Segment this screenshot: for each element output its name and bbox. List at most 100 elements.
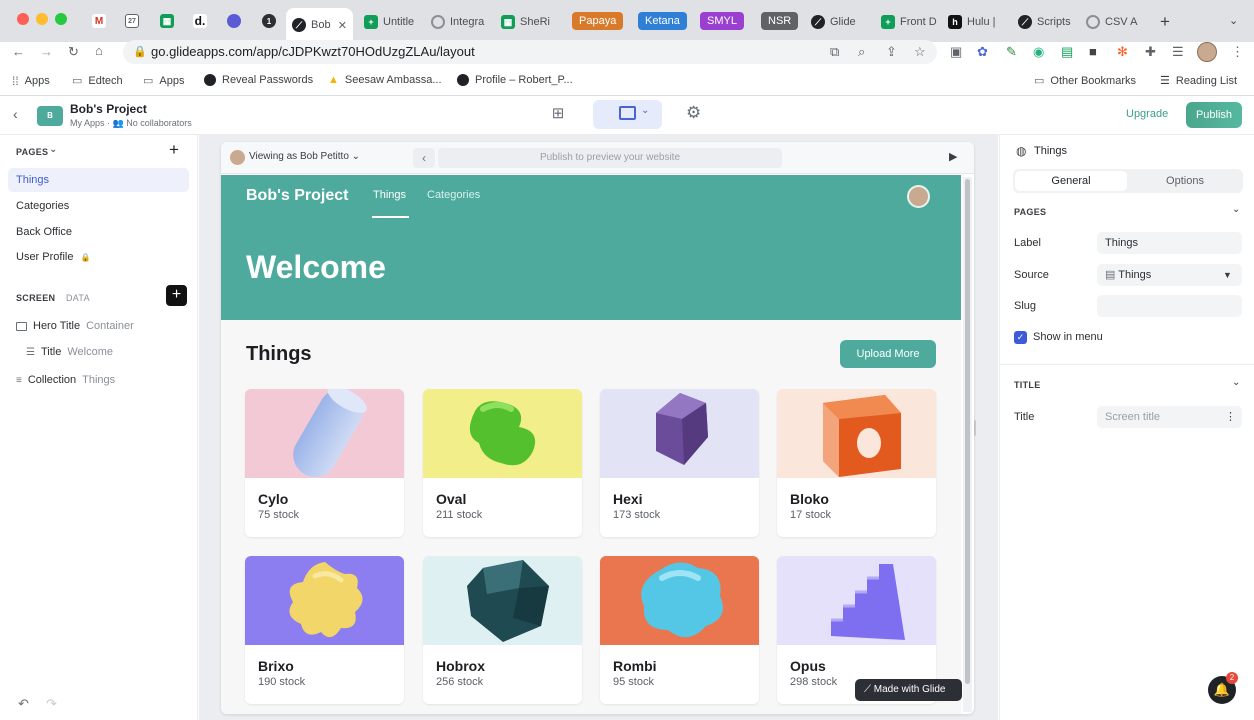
share-icon[interactable]: ⇪: [886, 40, 897, 64]
undo-icon[interactable]: ↶: [18, 696, 29, 712]
maximize-window-button[interactable]: [55, 13, 67, 25]
collection-card-cylo[interactable]: Cylo 75 stock: [245, 389, 404, 537]
data-editor-table-icon[interactable]: ⊞: [547, 104, 569, 126]
sidebar-item-user-profile[interactable]: User Profile 🔒: [8, 245, 189, 269]
title-input[interactable]: Screen title ⋮: [1097, 406, 1242, 428]
layer-title[interactable]: ☰ Title Welcome: [26, 346, 113, 358]
add-component-button[interactable]: +: [166, 285, 187, 306]
sidebar-item-things[interactable]: Things: [8, 168, 189, 192]
extension-pen-icon[interactable]: ✎: [1006, 44, 1017, 60]
tab-group-papaya[interactable]: Papaya: [572, 12, 624, 30]
label-input[interactable]: Things: [1097, 232, 1242, 254]
sidebar-item-back-office[interactable]: Back Office: [8, 220, 189, 244]
circle-app-tab-icon[interactable]: [227, 14, 241, 28]
onepassword-tab-icon[interactable]: 1: [262, 14, 276, 28]
settings-gear-icon[interactable]: ⚙: [686, 103, 701, 123]
preview-url-field[interactable]: Publish to preview your website: [438, 148, 782, 168]
gmail-tab-icon[interactable]: M: [92, 14, 106, 28]
extension-grammarly-icon[interactable]: ◉: [1033, 44, 1044, 60]
tab-sheri[interactable]: ▦ SheRi: [495, 10, 557, 34]
redo-icon[interactable]: ↷: [46, 696, 57, 712]
scrollbar-thumb[interactable]: [965, 179, 970, 684]
upgrade-link[interactable]: Upgrade: [1126, 108, 1168, 120]
reading-list[interactable]: ☰ Reading List: [1160, 74, 1237, 88]
tab-untitled[interactable]: + Untitle: [358, 10, 420, 34]
layer-collection[interactable]: ≡ Collection Things: [16, 374, 115, 386]
d-app-tab-icon[interactable]: d.: [193, 14, 207, 28]
sheets-tab-icon[interactable]: ▦: [160, 14, 174, 28]
tab-search-chevron-icon[interactable]: ⌄: [1229, 14, 1238, 27]
notifications-bell-button[interactable]: 🔔 2: [1208, 672, 1238, 704]
bookmark-profile[interactable]: Profile – Robert_P...: [457, 74, 573, 86]
tab-group-smyl[interactable]: SMYL: [700, 12, 744, 30]
close-window-button[interactable]: [17, 13, 29, 25]
collection-card-rombi[interactable]: Rombi 95 stock: [600, 556, 759, 704]
tab-integra[interactable]: Integra: [425, 10, 490, 34]
copy-icon[interactable]: ⧉: [830, 40, 839, 64]
title-section-chevron-icon[interactable]: ⌄: [1232, 377, 1240, 388]
tab-options[interactable]: Options: [1129, 171, 1241, 191]
collection-card-brixo[interactable]: Brixo 190 stock: [245, 556, 404, 704]
tab-group-ketana[interactable]: Ketana: [638, 12, 687, 30]
tab-scripts[interactable]: ⟋ Scripts: [1012, 10, 1077, 34]
layer-hero-title[interactable]: Hero Title Container: [16, 320, 134, 332]
calendar-tab-icon[interactable]: 27: [125, 14, 139, 28]
extension-box-icon[interactable]: ■: [1089, 44, 1097, 59]
new-tab-icon[interactable]: +: [1160, 12, 1170, 32]
collection-card-hexi[interactable]: Hexi 173 stock: [600, 389, 759, 537]
tab-screen[interactable]: SCREEN: [16, 293, 55, 303]
bookmark-edtech[interactable]: ▭ Edtech: [72, 74, 123, 88]
tab-glide[interactable]: ⟋ Glide: [805, 10, 870, 34]
minimize-window-button[interactable]: [36, 13, 48, 25]
collection-card-bloko[interactable]: Bloko 17 stock: [777, 389, 936, 537]
forward-arrow-icon[interactable]: →: [40, 44, 53, 59]
address-bar[interactable]: 🔒 go.glideapps.com/app/cJDPKwzt70HOdUzgZ…: [123, 40, 937, 64]
tab-hulu[interactable]: h Hulu |: [942, 10, 1007, 34]
close-tab-icon[interactable]: ✕: [338, 19, 347, 32]
bookmark-seesaw[interactable]: ▲ Seesaw Ambassa...: [328, 74, 442, 86]
zoom-icon[interactable]: ⌕: [858, 40, 865, 64]
bookmark-reveal-passwords[interactable]: Reveal Passwords: [204, 74, 313, 86]
source-select[interactable]: ▤ Things ▼: [1097, 264, 1242, 286]
show-in-menu-checkbox[interactable]: ✓: [1014, 331, 1027, 344]
tab-group-nsr[interactable]: NSR: [761, 12, 799, 30]
collection-card-oval[interactable]: Oval 211 stock: [423, 389, 582, 537]
nav-tab-categories[interactable]: Categories: [427, 189, 480, 201]
upload-more-button[interactable]: Upload More: [840, 340, 936, 368]
extension-flower-icon[interactable]: ✿: [977, 44, 988, 60]
bookmark-apps-grid[interactable]: ⁞⁞ Apps: [12, 74, 50, 88]
other-bookmarks[interactable]: ▭ Other Bookmarks: [1034, 74, 1136, 88]
tab-csv[interactable]: CSV A: [1080, 10, 1148, 34]
extension-zapier-icon[interactable]: ✻: [1117, 44, 1128, 60]
user-avatar[interactable]: [907, 185, 930, 208]
pages-collapse-chevron-icon[interactable]: ⌄: [49, 144, 57, 155]
app-title[interactable]: Bob's Project: [246, 187, 349, 205]
more-options-icon[interactable]: ⋮: [1225, 406, 1236, 428]
tab-data[interactable]: DATA: [66, 293, 90, 303]
breadcrumb-my-apps[interactable]: My Apps: [70, 118, 105, 128]
pages-section-chevron-icon[interactable]: ⌄: [1232, 204, 1240, 215]
app-name[interactable]: Bob's Project: [70, 102, 147, 116]
play-preview-icon[interactable]: ▶: [949, 150, 957, 163]
reload-icon[interactable]: ↻: [68, 44, 79, 60]
back-chevron-icon[interactable]: ‹: [13, 106, 18, 122]
extension-sheet-icon[interactable]: ▤: [1061, 44, 1073, 60]
browser-menu-icon[interactable]: ⋮: [1231, 44, 1244, 60]
tab-front-d[interactable]: + Front D: [875, 10, 939, 34]
sidebar-item-categories[interactable]: Categories: [8, 194, 189, 218]
collection-card-hobrox[interactable]: Hobrox 256 stock: [423, 556, 582, 704]
home-icon[interactable]: ⌂: [95, 43, 103, 58]
star-icon[interactable]: ☆: [914, 40, 926, 64]
tab-bobs-project[interactable]: ⟋ Bob ✕: [286, 8, 353, 42]
preview-back-button[interactable]: ‹: [413, 148, 435, 168]
add-page-icon[interactable]: +: [169, 140, 179, 160]
made-with-glide-badge[interactable]: ⟋ Made with Glide: [855, 679, 962, 701]
publish-button[interactable]: Publish: [1186, 102, 1242, 128]
back-arrow-icon[interactable]: ←: [12, 44, 25, 59]
layout-editor-button[interactable]: ⌄: [593, 100, 662, 129]
extensions-puzzle-icon[interactable]: ✚: [1145, 44, 1156, 60]
tab-general[interactable]: General: [1015, 171, 1127, 191]
slug-input[interactable]: [1097, 295, 1242, 317]
preview-scrollbar[interactable]: [963, 177, 972, 712]
profile-avatar[interactable]: [1197, 42, 1217, 62]
